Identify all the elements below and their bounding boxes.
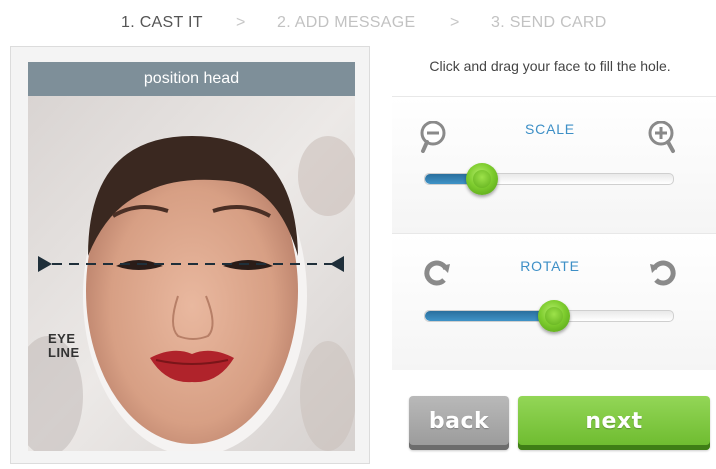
back-button[interactable]: back (409, 396, 509, 450)
step-add-message[interactable]: 2. ADD MESSAGE (277, 14, 415, 32)
rotate-panel: ROTATE (392, 233, 716, 370)
position-head-header: position head (28, 62, 355, 96)
rotate-slider-handle[interactable] (538, 300, 570, 332)
step-separator: > (236, 14, 246, 31)
checkout-steps: 1. CAST IT > 2. ADD MESSAGE > 3. SEND CA… (0, 14, 716, 38)
rotate-slider-fill (425, 311, 555, 321)
instruction-text: Click and drag your face to fill the hol… (429, 58, 671, 74)
zoom-in-icon[interactable] (647, 120, 677, 160)
eye-line-label: EYE LINE (48, 331, 80, 360)
scale-slider-handle[interactable] (465, 163, 498, 195)
rotate-right-icon[interactable] (648, 258, 678, 293)
face-photo (28, 96, 355, 451)
step-send-card[interactable]: 3. SEND CARD (491, 14, 607, 32)
step-cast-it[interactable]: 1. CAST IT (121, 14, 203, 32)
photo-panel: position head EYE LINE (10, 46, 370, 464)
face-canvas[interactable]: EYE LINE (28, 96, 355, 451)
step-separator: > (450, 14, 460, 31)
next-button[interactable]: next (518, 396, 710, 450)
scale-panel: SCALE (392, 96, 716, 233)
scale-slider-track[interactable] (424, 173, 674, 185)
